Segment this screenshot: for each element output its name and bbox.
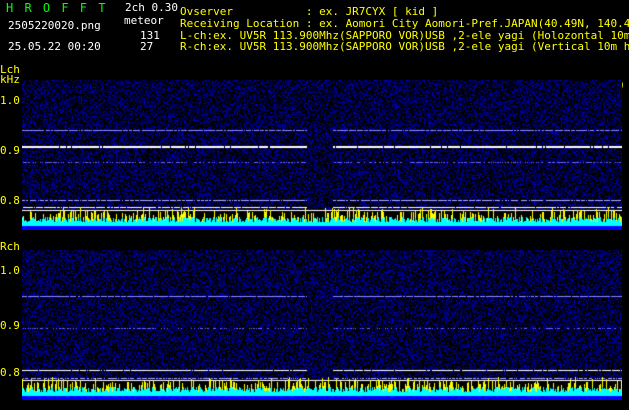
- rch-info-line: R-ch:ex. UV5R 113.900Mhz(SAPPORO VOR)USB…: [180, 40, 629, 53]
- frequency-tick-label: 0.9: [0, 144, 20, 157]
- app-name: H R O F F T: [6, 1, 108, 15]
- lch-spectrogram: [22, 80, 622, 230]
- datetime: 25.05.22 00:20: [8, 40, 101, 53]
- hroff-window: H R O F F T 2ch 0.30 meteor 2505220020.p…: [0, 0, 629, 410]
- frequency-tick-label: 0.8: [0, 366, 20, 379]
- rch-spectrogram: [22, 250, 622, 400]
- filename: 2505220020.png: [8, 19, 101, 32]
- frequency-tick-label: 0.9: [0, 319, 20, 332]
- frequency-tick-label: 0.8: [0, 194, 20, 207]
- frequency-tick-label: 1.0: [0, 94, 20, 107]
- channel-info: 2ch 0.30: [125, 1, 178, 14]
- rch-label: Rch: [0, 240, 20, 253]
- count-rch: 27: [140, 40, 154, 53]
- khz-unit-label: kHz: [0, 73, 20, 86]
- mode-label: meteor: [124, 14, 164, 27]
- frequency-tick-label: 1.0: [0, 264, 20, 277]
